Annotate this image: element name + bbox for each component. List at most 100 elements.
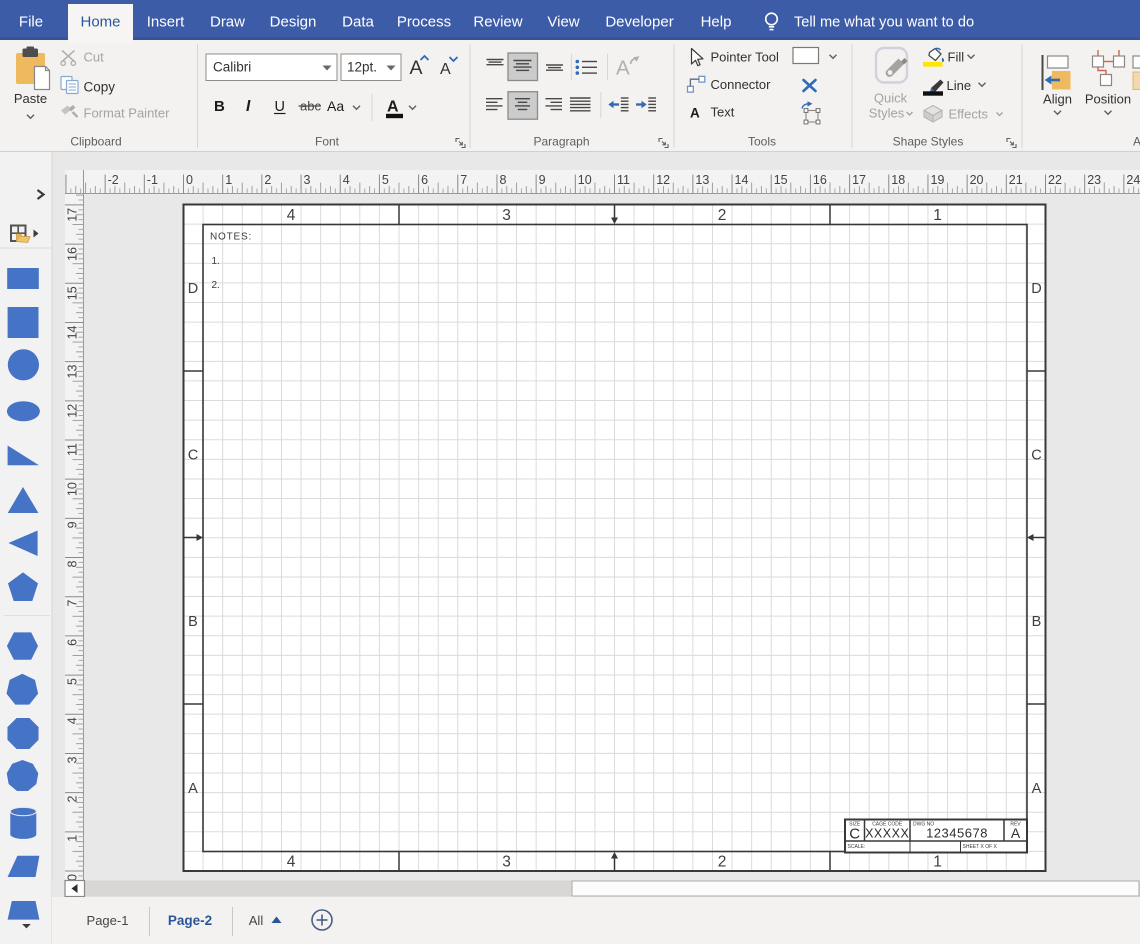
- svg-text:6: 6: [421, 173, 428, 187]
- svg-text:Insert: Insert: [147, 14, 185, 31]
- svg-text:17: 17: [852, 173, 866, 187]
- svg-text:19: 19: [931, 173, 945, 187]
- svg-text:SHEET X OF X: SHEET X OF X: [963, 844, 998, 850]
- svg-text:13: 13: [66, 365, 80, 379]
- svg-text:A: A: [1133, 135, 1140, 149]
- svg-text:3: 3: [502, 207, 511, 224]
- svg-text:1: 1: [933, 207, 942, 224]
- svg-text:Review: Review: [473, 14, 522, 31]
- svg-text:4: 4: [343, 173, 350, 187]
- svg-text:12345678: 12345678: [926, 826, 988, 841]
- svg-text:Format Painter: Format Painter: [84, 106, 171, 121]
- svg-text:10: 10: [66, 482, 80, 496]
- svg-text:Text: Text: [711, 105, 735, 120]
- svg-text:Calibri: Calibri: [213, 60, 251, 75]
- svg-text:Font: Font: [315, 135, 340, 149]
- svg-text:Line: Line: [947, 78, 972, 93]
- svg-text:2: 2: [718, 207, 727, 224]
- svg-text:1: 1: [66, 835, 80, 842]
- svg-text:C: C: [1031, 448, 1041, 464]
- svg-text:4: 4: [287, 207, 296, 224]
- svg-text:Help: Help: [701, 14, 732, 31]
- svg-text:5: 5: [382, 173, 389, 187]
- svg-text:15: 15: [774, 173, 788, 187]
- svg-text:Quick: Quick: [874, 91, 908, 106]
- svg-text:9: 9: [539, 173, 546, 187]
- svg-text:2: 2: [66, 796, 80, 803]
- svg-text:Draw: Draw: [210, 14, 245, 31]
- svg-text:B: B: [1032, 614, 1042, 630]
- svg-text:Pointer Tool: Pointer Tool: [711, 50, 780, 65]
- svg-text:1: 1: [933, 854, 942, 871]
- svg-text:17: 17: [66, 208, 80, 222]
- svg-text:Copy: Copy: [84, 80, 116, 95]
- svg-text:4: 4: [287, 854, 296, 871]
- svg-text:8: 8: [66, 560, 80, 567]
- svg-text:Position: Position: [1085, 92, 1131, 107]
- svg-text:14: 14: [66, 325, 80, 339]
- svg-text:A: A: [387, 99, 399, 116]
- svg-text:Clipboard: Clipboard: [70, 135, 121, 149]
- svg-text:-1: -1: [147, 173, 158, 187]
- svg-text:1: 1: [225, 173, 232, 187]
- svg-text:A: A: [1032, 781, 1042, 797]
- svg-text:Cut: Cut: [84, 50, 105, 65]
- svg-text:15: 15: [66, 286, 80, 300]
- svg-text:21: 21: [1009, 173, 1023, 187]
- svg-text:16: 16: [813, 173, 827, 187]
- svg-text:23: 23: [1087, 173, 1101, 187]
- svg-text:16: 16: [66, 247, 80, 261]
- svg-text:I: I: [246, 98, 251, 115]
- svg-text:22: 22: [1048, 173, 1062, 187]
- svg-text:Fill: Fill: [948, 50, 965, 65]
- svg-text:11: 11: [66, 443, 80, 456]
- svg-text:Align: Align: [1043, 92, 1072, 107]
- svg-text:XXXXX: XXXXX: [865, 827, 909, 841]
- svg-text:A: A: [616, 57, 630, 80]
- svg-text:6: 6: [66, 639, 80, 646]
- svg-text:2.: 2.: [212, 280, 220, 291]
- svg-text:13: 13: [695, 173, 709, 187]
- svg-text:24: 24: [1126, 173, 1140, 187]
- svg-text:3: 3: [502, 854, 511, 871]
- svg-text:3: 3: [304, 173, 311, 187]
- svg-text:7: 7: [66, 600, 80, 607]
- svg-text:A: A: [1011, 825, 1021, 841]
- svg-text:Paragraph: Paragraph: [533, 135, 589, 149]
- svg-text:20: 20: [970, 173, 984, 187]
- svg-text:Tools: Tools: [748, 135, 776, 149]
- svg-text:Connector: Connector: [711, 77, 772, 92]
- svg-text:0: 0: [186, 173, 193, 187]
- svg-text:A: A: [690, 106, 700, 121]
- svg-text:4: 4: [66, 717, 80, 724]
- svg-text:Tell me what you want to do: Tell me what you want to do: [794, 15, 974, 31]
- svg-text:Design: Design: [270, 14, 317, 31]
- svg-text:Paste: Paste: [14, 91, 47, 106]
- svg-text:SCALE:: SCALE:: [848, 844, 866, 850]
- svg-text:View: View: [547, 14, 579, 31]
- svg-text:C: C: [849, 826, 860, 843]
- svg-text:12: 12: [656, 173, 670, 187]
- svg-text:1.: 1.: [212, 256, 220, 267]
- svg-text:C: C: [188, 448, 198, 464]
- svg-text:2: 2: [264, 173, 271, 187]
- svg-text:D: D: [188, 281, 198, 297]
- svg-text:11: 11: [617, 173, 630, 187]
- svg-text:9: 9: [66, 521, 80, 528]
- svg-text:18: 18: [891, 173, 905, 187]
- svg-text:Data: Data: [342, 14, 374, 31]
- svg-text:A: A: [440, 61, 451, 78]
- svg-text:U: U: [275, 99, 285, 115]
- svg-text:10: 10: [578, 173, 592, 187]
- svg-text:B: B: [188, 614, 198, 630]
- svg-text:All: All: [249, 913, 264, 928]
- svg-text:Process: Process: [397, 14, 451, 31]
- svg-text:Shape Styles: Shape Styles: [893, 135, 964, 149]
- svg-text:7: 7: [460, 173, 467, 187]
- svg-text:5: 5: [66, 678, 80, 685]
- svg-text:14: 14: [735, 173, 749, 187]
- svg-text:Page-2: Page-2: [168, 913, 212, 928]
- svg-text:File: File: [19, 14, 43, 31]
- svg-text:8: 8: [500, 173, 507, 187]
- svg-text:3: 3: [66, 756, 80, 763]
